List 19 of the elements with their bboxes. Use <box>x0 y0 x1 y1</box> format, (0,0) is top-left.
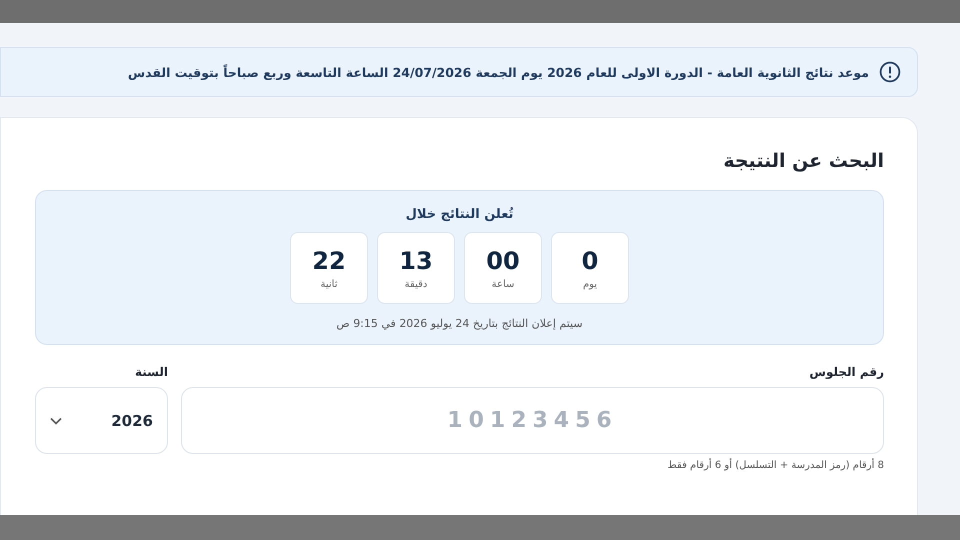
year-select[interactable]: 2026 <box>35 387 168 454</box>
chevron-down-icon <box>50 416 62 424</box>
countdown-heading: تُعلن النتائج خلال <box>406 207 514 222</box>
countdown-label: دقيقة <box>404 278 428 290</box>
countdown-value: 00 <box>486 246 520 274</box>
field-label: السنة <box>134 365 168 379</box>
notice-text: موعد نتائج الثانوية العامة - الدورة الاولى للعام 2026 يوم الجمعة 24/07/2026 الساعة التاسعة وربع صباحاً بتوقيت القدس <box>128 64 869 80</box>
countdown-value: 13 <box>399 246 433 274</box>
field-hint: 8 أرقام (رمز المدرسة + التسلسل) أو 6 أرقام فقط <box>666 460 884 471</box>
countdown-label: ساعة <box>492 278 514 290</box>
countdown-label: ثانية <box>320 278 338 290</box>
field-label: رقم الجلوس <box>808 365 884 379</box>
card-title: البحث عن النتيجة <box>722 150 884 172</box>
exclamation-icon <box>879 61 901 83</box>
seat-number-field[interactable]: 10123456 <box>181 387 884 454</box>
countdown-note: سيتم إعلان النتائج بتاريخ 24 يوليو 2026 في 9:15 ص <box>336 317 583 330</box>
countdown-label: يوم <box>582 278 598 290</box>
countdown-value: 0 <box>582 246 598 274</box>
countdown-value: 22 <box>312 246 346 274</box>
